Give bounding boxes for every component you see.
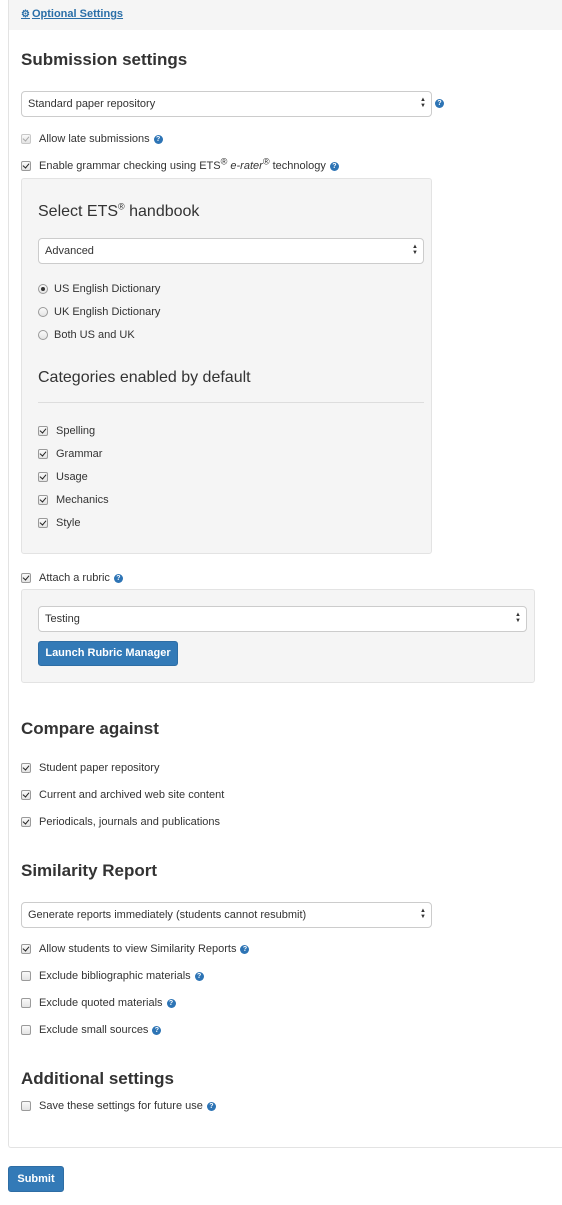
compare-item: Periodicals, journals and publications (21, 815, 220, 829)
rubric-well (21, 589, 535, 683)
compare-checkbox-periodicals[interactable] (21, 817, 31, 827)
category-item: Style (38, 516, 80, 530)
dictionary-radio-both[interactable] (38, 330, 48, 340)
dictionary-option: Both US and UK (38, 328, 135, 342)
category-checkbox-usage[interactable] (38, 472, 48, 482)
exclude-small-sources-help-icon[interactable]: ? (152, 1025, 162, 1035)
select-arrows-icon: ▲ ▼ (420, 97, 426, 109)
similarity-report-title: Similarity Report (21, 861, 158, 880)
category-item: Spelling (38, 424, 95, 438)
select-arrows-icon: ▲ ▼ (515, 612, 521, 624)
category-checkbox-spelling[interactable] (38, 426, 48, 436)
exclude-bibliographic-checkbox[interactable] (21, 971, 31, 981)
grammar-help-icon[interactable]: ? (329, 161, 339, 171)
allow-late-checkbox[interactable] (21, 134, 31, 144)
rubric-select[interactable]: Testing ▲ ▼ (38, 606, 527, 632)
category-item: Mechanics (38, 493, 109, 507)
select-arrows-icon: ▲ ▼ (412, 244, 418, 256)
exclude-quoted-help-icon[interactable]: ? (166, 998, 176, 1008)
view-reports-checkbox[interactable] (21, 944, 31, 954)
category-checkbox-style[interactable] (38, 518, 48, 528)
repository-select[interactable]: Standard paper repository ▲ ▼ (21, 91, 432, 117)
exclude-quoted-checkbox[interactable] (21, 998, 31, 1008)
report-generation-select[interactable]: Generate reports immediately (students c… (21, 902, 432, 928)
similarity-item: Exclude small sources ? (21, 1023, 162, 1037)
similarity-item: Allow students to view Similarity Report… (21, 942, 250, 956)
compare-item: Current and archived web site content (21, 788, 224, 802)
allow-late-row: Allow late submissions ? (21, 132, 163, 146)
submission-settings-title: Submission settings (21, 50, 188, 69)
gear-icon: ⚙ (21, 9, 30, 20)
dictionary-option: UK English Dictionary (38, 305, 160, 319)
exclude-bibliographic-help-icon[interactable]: ? (194, 971, 204, 981)
category-item: Usage (38, 470, 88, 484)
optional-settings-bar: ⚙ Optional Settings (8, 0, 562, 30)
ets-handbook-title: Select ETS® handbook (38, 201, 200, 220)
dictionary-radio-us[interactable] (38, 284, 48, 294)
optional-settings-link[interactable]: ⚙ Optional Settings (21, 8, 123, 20)
repository-help-icon[interactable]: ? (435, 99, 444, 108)
categories-title: Categories enabled by default (38, 369, 251, 386)
grammar-checkbox[interactable] (21, 161, 31, 171)
save-settings-row: Save these settings for future use ? (21, 1099, 216, 1113)
dictionary-radio-uk[interactable] (38, 307, 48, 317)
save-settings-help-icon[interactable]: ? (206, 1101, 216, 1111)
select-arrows-icon: ▲ ▼ (420, 908, 426, 920)
similarity-item: Exclude bibliographic materials ? (21, 969, 204, 983)
handbook-select[interactable]: Advanced ▲ ▼ (38, 238, 424, 264)
category-item: Grammar (38, 447, 102, 461)
compare-checkbox-web-content[interactable] (21, 790, 31, 800)
category-checkbox-mechanics[interactable] (38, 495, 48, 505)
rubric-help-icon[interactable]: ? (113, 573, 123, 583)
launch-rubric-manager-button[interactable]: Launch Rubric Manager (38, 641, 178, 666)
view-reports-help-icon[interactable]: ? (240, 944, 250, 954)
exclude-small-sources-checkbox[interactable] (21, 1025, 31, 1035)
similarity-item: Exclude quoted materials ? (21, 996, 176, 1010)
category-checkbox-grammar[interactable] (38, 449, 48, 459)
grammar-label: Enable grammar checking using ETS® e-rat… (39, 156, 326, 172)
grammar-row: Enable grammar checking using ETS® e-rat… (21, 156, 339, 173)
dictionary-option: US English Dictionary (38, 282, 160, 296)
compare-against-title: Compare against (21, 719, 159, 738)
allow-late-help-icon[interactable]: ? (153, 134, 163, 144)
save-settings-checkbox[interactable] (21, 1101, 31, 1111)
additional-settings-title: Additional settings (21, 1069, 174, 1088)
compare-checkbox-student-papers[interactable] (21, 763, 31, 773)
compare-item: Student paper repository (21, 761, 159, 775)
submit-button[interactable]: Submit (8, 1166, 64, 1192)
attach-rubric-row: Attach a rubric ? (21, 571, 123, 585)
attach-rubric-checkbox[interactable] (21, 573, 31, 583)
categories-divider (38, 402, 424, 403)
